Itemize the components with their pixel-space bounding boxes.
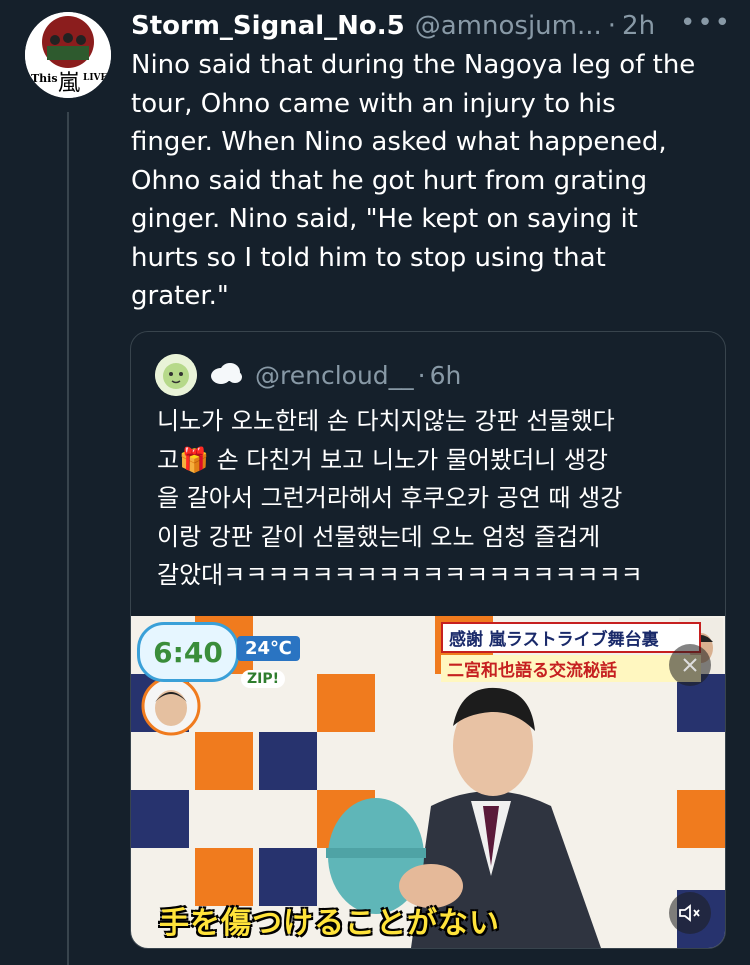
svg-text:嵐: 嵐 — [58, 71, 80, 96]
tweet-body-text: Nino said that during the Nagoya leg of … — [131, 50, 696, 311]
news-banner: 感謝 嵐ラストライブ舞台裏 二宮和也語る交流秘話 — [441, 622, 701, 682]
broadcast-time-badge: 6:40 — [137, 622, 239, 682]
tweet-header: Storm_Signal_No.5 @amnosjum... · 2h — [131, 10, 734, 42]
user-handle[interactable]: @amnosjum... — [415, 11, 602, 41]
user-avatar[interactable]: This is 嵐 LIVE — [25, 12, 111, 98]
quoted-timestamp[interactable]: 6h — [430, 361, 462, 390]
avatar-image: This is 嵐 LIVE — [25, 12, 111, 98]
banner-line-1: 感謝 嵐ラストライブ舞台裏 — [441, 622, 701, 653]
svg-text:LIVE: LIVE — [83, 73, 108, 83]
quoted-tweet-text: 니노가 오노한테 손 다치지않는 강판 선물했다 고🎁 손 다친거 보고 니노가… — [157, 407, 643, 589]
header-separator: · — [607, 11, 617, 41]
display-name[interactable]: Storm_Signal_No.5 — [131, 11, 405, 41]
quoted-separator: · — [417, 360, 426, 390]
quoted-tweet-header: @rencloud__ · 6h — [155, 354, 461, 396]
show-logo-badge: ZIP! — [241, 670, 286, 688]
quoted-video-media[interactable]: 6:40 24℃ ZIP! 感謝 嵐ラストライブ舞台裏 二宮和也語る交流秘話 手… — [131, 616, 725, 948]
close-icon[interactable] — [669, 644, 711, 686]
speaker-muted-icon[interactable] — [669, 892, 711, 934]
quoted-user-avatar[interactable] — [155, 354, 197, 396]
quoted-avatar-image — [155, 354, 197, 396]
svg-text:This: This — [31, 72, 58, 85]
cloud-emoji-icon — [209, 361, 243, 389]
quoted-tweet-card[interactable]: @rencloud__ · 6h 니노가 오노한테 손 다치지않는 강판 선물했… — [130, 331, 726, 949]
banner-line-2: 二宮和也語る交流秘話 — [441, 655, 701, 682]
tweet-timestamp[interactable]: 2h — [622, 11, 655, 41]
more-horizontal-icon[interactable]: ••• — [680, 8, 732, 38]
temperature-badge: 24℃ — [237, 636, 300, 661]
thread-connector-line — [67, 112, 69, 965]
quoted-user-handle[interactable]: @rencloud__ — [255, 361, 414, 390]
video-subtitle-caption: 手を傷つけることがない — [159, 906, 500, 941]
svg-text:is: is — [33, 85, 40, 94]
